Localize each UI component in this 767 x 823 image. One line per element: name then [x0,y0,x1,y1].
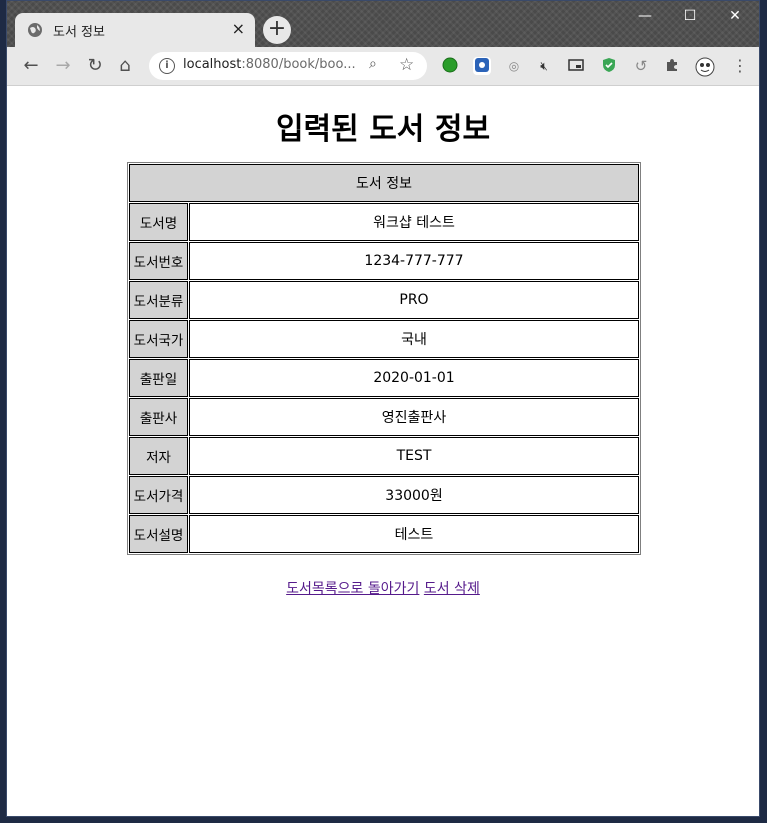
table-row: 출판일 2020-01-01 [129,359,639,397]
address-bar[interactable]: i localhost:8080/book/boo... ⌕ ☆ [149,52,427,80]
puzzle-icon[interactable] [663,57,681,75]
browser-toolbar: ← → ↻ ⌂ i localhost:8080/book/boo... ⌕ ☆… [7,47,759,86]
row-label: 도서명 [129,203,188,241]
page-title: 입력된 도서 정보 [275,112,491,147]
title-bar: 도서 정보 × + — ☐ ✕ [7,1,759,47]
close-window-button[interactable]: ✕ [713,5,757,27]
table-row: 도서분류 PRO [129,281,639,319]
blue-extension-icon[interactable] [473,57,491,75]
table-row: 도서가격 33000원 [129,476,639,514]
row-value: 2020-01-01 [189,359,639,397]
row-label: 출판사 [129,398,188,436]
table-row: 저자 TEST [129,437,639,475]
table-row: 도서국가 국내 [129,320,639,358]
row-label: 도서가격 [129,476,188,514]
url-text[interactable]: localhost:8080/book/boo... [183,57,356,72]
row-label: 출판일 [129,359,188,397]
row-label: 도서분류 [129,281,188,319]
mute-icon[interactable]: 🔇︎ [535,57,553,75]
row-value: 영진출판사 [189,398,639,436]
history-icon[interactable]: ↺ [632,57,650,75]
shield-check-icon[interactable] [600,57,618,75]
record-extension-icon[interactable]: ◎ [505,57,523,75]
table-row: 도서명 워크샵 테스트 [129,203,639,241]
picture-in-picture-icon[interactable] [567,57,585,75]
new-tab-button[interactable]: + [263,16,291,44]
zoom-icon[interactable]: ⌕ [369,56,377,72]
row-value: 33000원 [189,476,639,514]
row-label: 도서설명 [129,515,188,553]
table-row: 도서번호 1234-777-777 [129,242,639,280]
table-row: 출판사 영진출판사 [129,398,639,436]
bookmark-star-icon[interactable]: ☆ [399,55,414,75]
table-row: 도서설명 테스트 [129,515,639,553]
book-info-table: 도서 정보 도서명 워크샵 테스트 도서번호 1234-777-777 도서분류 PRO 도… [127,162,641,555]
row-value: TEST [189,437,639,475]
forward-arrow-icon[interactable]: → [51,54,75,78]
info-icon[interactable]: i [159,58,175,74]
back-to-list-link[interactable]: 도서목록으로 돌아가기 [286,581,419,597]
maximize-button[interactable]: ☐ [668,5,712,27]
delete-book-link[interactable]: 도서 삭제 [424,581,480,597]
row-label: 도서번호 [129,242,188,280]
row-value: 1234-777-777 [189,242,639,280]
row-value: 국내 [189,320,639,358]
row-value: PRO [189,281,639,319]
back-arrow-icon[interactable]: ← [19,54,43,78]
profile-avatar-icon[interactable] [695,57,715,77]
row-value: 워크샵 테스트 [189,203,639,241]
row-label: 저자 [129,437,188,475]
minimize-button[interactable]: — [623,5,667,27]
globe-icon [28,23,42,37]
close-tab-icon[interactable]: × [232,19,245,39]
page-content: 입력된 도서 정보 도서 정보 도서명 워크샵 테스트 도서번호 1234-777-7… [7,86,759,816]
browser-tab[interactable]: 도서 정보 × [15,13,255,47]
home-icon[interactable]: ⌂ [113,54,137,78]
row-label: 도서국가 [129,320,188,358]
table-header: 도서 정보 [129,164,639,202]
green-extension-icon[interactable] [441,57,459,75]
tab-title: 도서 정보 [53,25,105,40]
table-header-row: 도서 정보 [129,164,639,202]
reload-icon[interactable]: ↻ [83,54,107,78]
action-links: 도서목록으로 돌아가기 도서 삭제 [7,578,759,598]
menu-kebab-icon[interactable]: ⋮ [731,57,749,75]
browser-window: 도서 정보 × + — ☐ ✕ ← → ↻ ⌂ i localhost:8080… [6,0,760,817]
row-value: 테스트 [189,515,639,553]
